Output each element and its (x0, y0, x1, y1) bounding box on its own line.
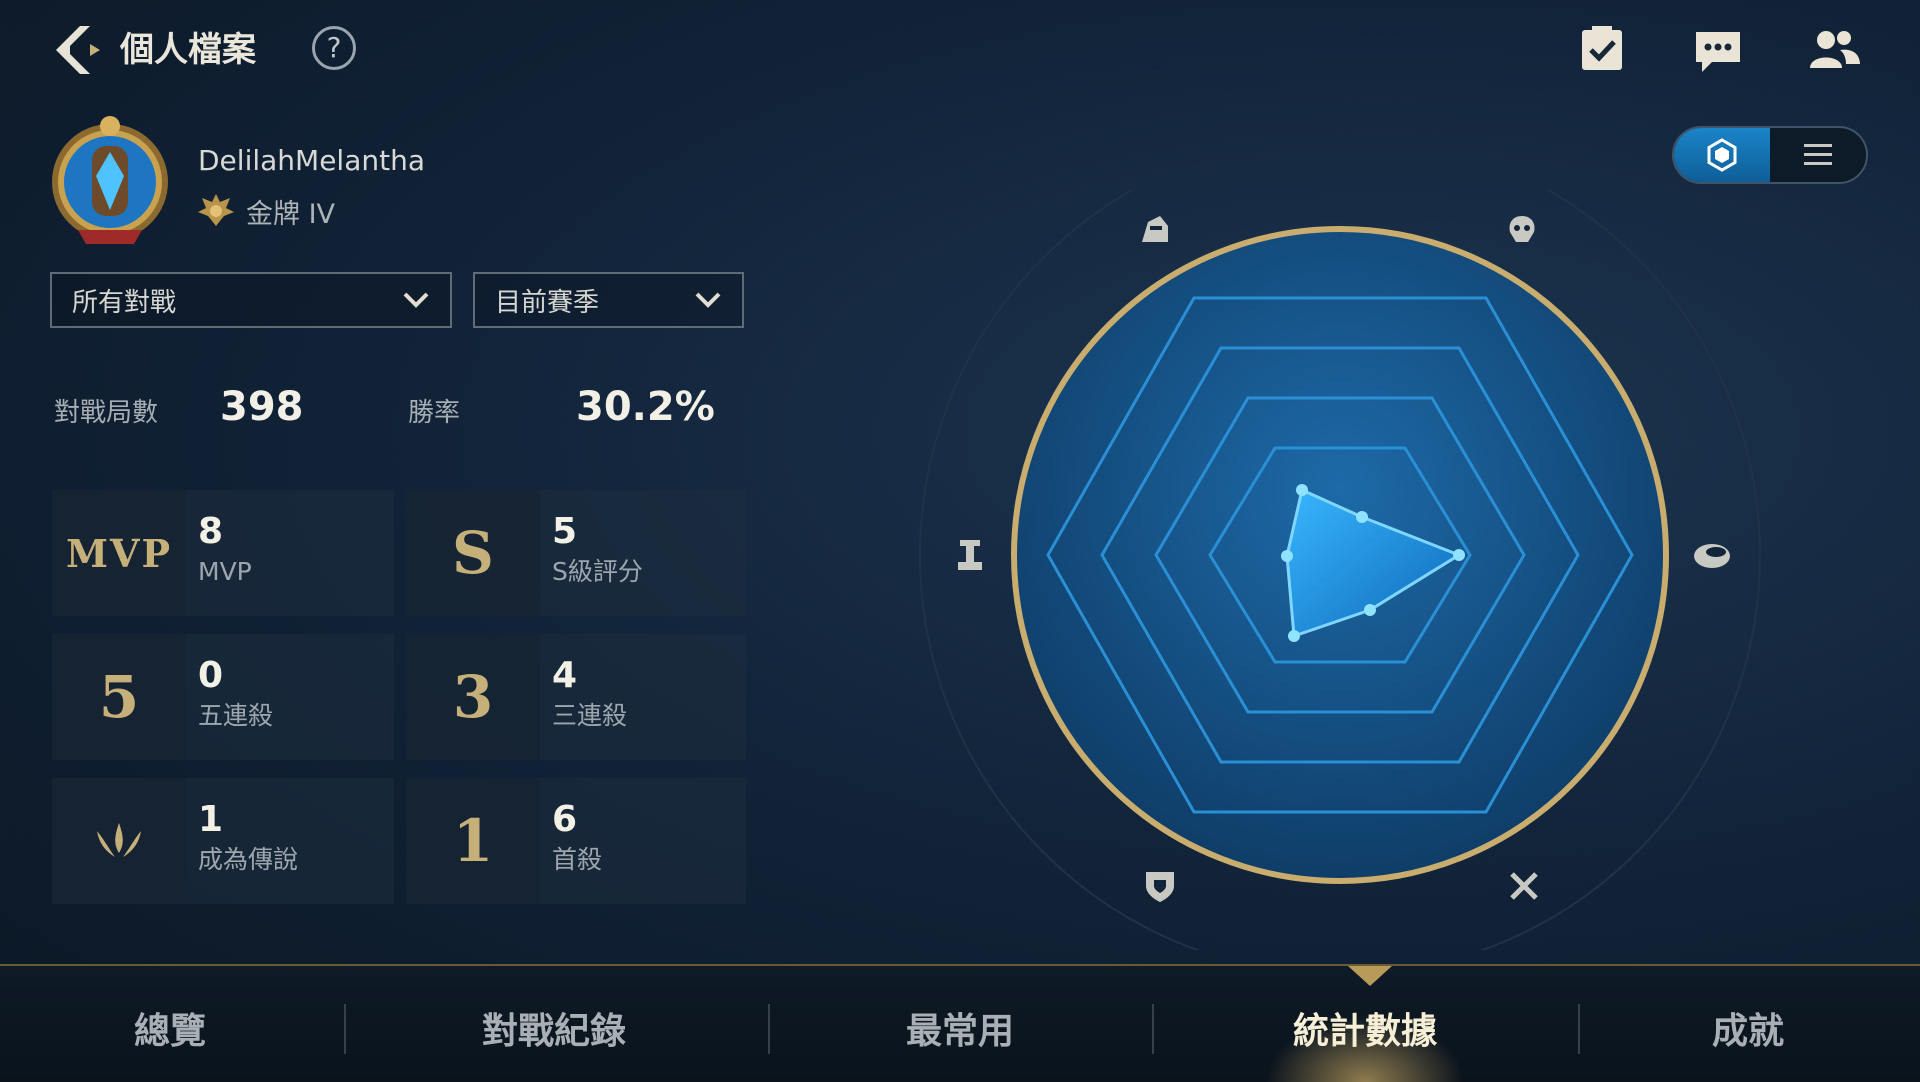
support-icon (958, 540, 982, 570)
radar-point (1288, 630, 1300, 642)
page-title: 個人檔案 (120, 30, 256, 70)
tab-divider (768, 1004, 770, 1054)
friends-icon[interactable] (1806, 22, 1862, 78)
s-rank-icon: S (406, 490, 540, 616)
radar-point (1356, 511, 1368, 523)
legendary-label: 成為傳說 (198, 845, 299, 874)
help-icon[interactable]: ? (312, 26, 356, 70)
view-toggle[interactable] (1672, 126, 1868, 184)
penta-kill-icon: 5 (52, 634, 186, 760)
mvp-label: MVP (198, 557, 252, 586)
triple-kill-icon: 3 (406, 634, 540, 760)
penta-kill-card: 5 0 五連殺 (52, 634, 394, 760)
s-rating-label: S級評分 (552, 557, 643, 586)
tank-icon (1146, 872, 1174, 902)
marksman-icon (1510, 872, 1538, 900)
matches-value: 398 (220, 384, 304, 430)
bottom-tab-bar: 總覽 對戰紀錄 最常用 統計數據 成就 (0, 964, 1920, 1082)
mvp-icon: MVP (52, 490, 186, 616)
mage-icon (1694, 544, 1730, 568)
assassin-icon (1509, 216, 1535, 242)
legendary-card: 1 成為傳說 (52, 778, 394, 904)
tab-divider (344, 1004, 346, 1054)
radar-point (1364, 604, 1376, 616)
radar-point (1281, 550, 1293, 562)
chat-icon[interactable] (1690, 22, 1746, 78)
match-mode-value: 所有對戰 (72, 287, 177, 318)
s-rating-count: 5 (552, 511, 578, 552)
tab-divider (1578, 1004, 1580, 1054)
tab-most-used[interactable]: 最常用 (840, 1002, 1080, 1054)
list-view-icon[interactable] (1770, 128, 1866, 182)
tab-divider (1152, 1004, 1154, 1054)
gold-rank-icon (198, 194, 234, 226)
mvp-card: MVP 8 MVP (52, 490, 394, 616)
back-arrow-icon[interactable] (44, 18, 108, 82)
triple-kill-count: 4 (552, 655, 578, 696)
hexagon-view-icon[interactable] (1674, 128, 1770, 182)
active-tab-marker (1348, 966, 1392, 986)
checklist-icon[interactable] (1574, 22, 1630, 78)
first-blood-label: 首殺 (552, 845, 603, 874)
tab-overview[interactable]: 總覽 (50, 1002, 290, 1054)
tab-statistics[interactable]: 統計數據 (1225, 1002, 1505, 1054)
chevron-down-icon (695, 292, 721, 308)
first-blood-count: 6 (552, 799, 578, 840)
triple-kill-label: 三連殺 (552, 701, 628, 730)
radar-point (1296, 484, 1308, 496)
warrior-icon (1142, 216, 1168, 242)
match-mode-dropdown[interactable]: 所有對戰 (50, 272, 452, 328)
winrate-label: 勝率 (408, 398, 461, 428)
avatar[interactable] (48, 112, 172, 248)
role-radar-chart (919, 190, 1761, 950)
radar-point (1453, 549, 1465, 561)
penta-kill-label: 五連殺 (198, 701, 274, 730)
s-rating-card: S 5 S級評分 (406, 490, 746, 616)
penta-kill-count: 0 (198, 655, 224, 696)
legendary-count: 1 (198, 799, 224, 840)
first-blood-card: 1 6 首殺 (406, 778, 746, 904)
matches-label: 對戰局數 (54, 398, 159, 428)
username: DelilahMelantha (198, 144, 425, 177)
legendary-crown-icon (52, 778, 186, 904)
chevron-down-icon (403, 292, 429, 308)
winrate-value: 30.2% (576, 384, 715, 430)
rank-label: 金牌 IV (246, 199, 336, 230)
tab-match-history[interactable]: 對戰紀錄 (414, 1002, 694, 1054)
season-dropdown[interactable]: 目前賽季 (473, 272, 744, 328)
season-value: 目前賽季 (495, 287, 600, 318)
triple-kill-card: 3 4 三連殺 (406, 634, 746, 760)
mvp-count: 8 (198, 511, 224, 552)
first-blood-icon: 1 (406, 778, 540, 904)
tab-achievements[interactable]: 成就 (1628, 1002, 1868, 1054)
